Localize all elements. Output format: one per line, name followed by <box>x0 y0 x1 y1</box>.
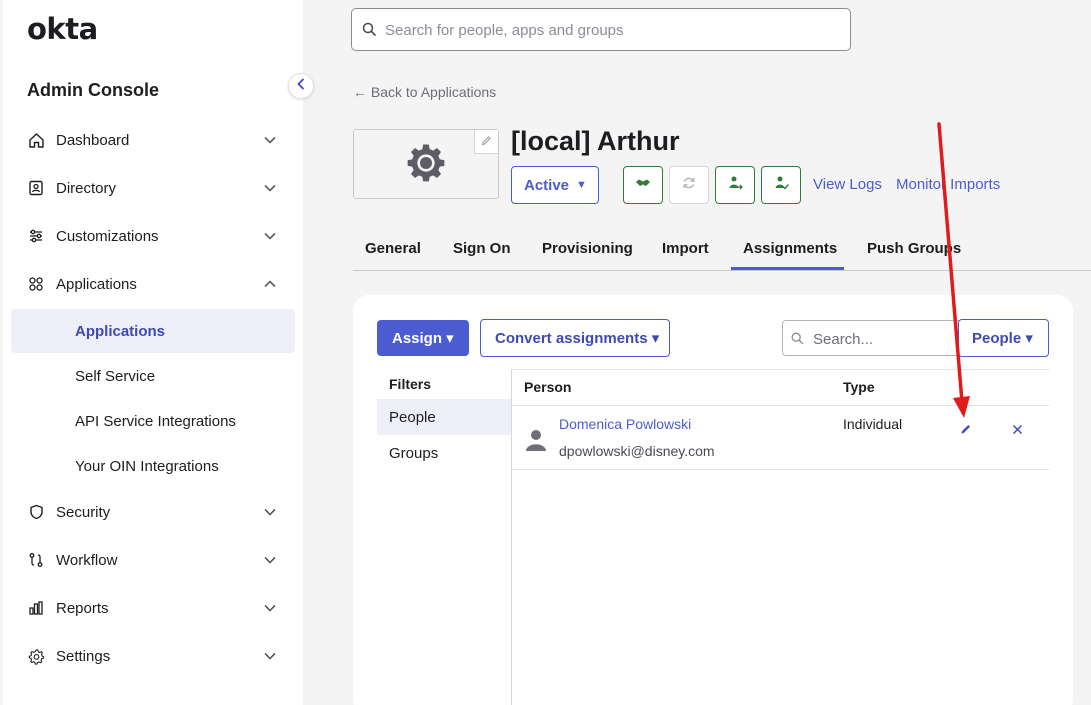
person-avatar-icon <box>525 428 547 457</box>
okta-logo[interactable]: okta <box>27 12 98 46</box>
sidebar-subitem-api-service-integrations[interactable]: API Service Integrations <box>11 399 295 443</box>
grid-icon <box>27 275 45 293</box>
tab-general[interactable]: General <box>365 240 421 257</box>
sidebar-subitem-label: Applications <box>75 322 166 340</box>
sidebar-item-label: Applications <box>56 275 137 293</box>
chevron-up-icon <box>263 277 277 291</box>
sidebar-subitem-self-service[interactable]: Self Service <box>11 354 295 398</box>
handshake-button[interactable] <box>623 166 663 204</box>
edit-logo-button[interactable] <box>474 130 498 154</box>
edit-assignment-button[interactable] <box>956 421 976 441</box>
sliders-icon <box>27 227 45 245</box>
tab-bar: General Sign On Provisioning Import Assi… <box>353 236 1091 271</box>
shield-icon <box>27 503 45 521</box>
refresh-button[interactable] <box>669 166 709 204</box>
handshake-icon <box>635 176 651 194</box>
sidebar-item-label: Reports <box>56 599 109 617</box>
caret-down-icon: ▼ <box>576 179 587 191</box>
filters-divider <box>511 369 512 705</box>
table-top-border <box>512 369 1049 370</box>
chevron-down-icon <box>263 229 277 243</box>
user-check-icon <box>773 175 790 196</box>
tab-provisioning[interactable]: Provisioning <box>542 240 633 257</box>
assignment-search[interactable] <box>782 320 962 356</box>
sidebar-item-label: Security <box>56 503 111 521</box>
sidebar-item-label: Workflow <box>56 551 118 569</box>
sidebar-subitem-label: Your OIN Integrations <box>75 457 219 475</box>
app-title: [local] Arthur <box>511 126 680 156</box>
verify-user-button[interactable] <box>761 166 801 204</box>
pencil-icon <box>481 133 492 151</box>
sidebar-item-label: Directory <box>56 179 117 197</box>
tab-push-groups[interactable]: Push Groups <box>867 240 961 257</box>
sidebar-item-label: Settings <box>56 647 111 665</box>
user-arrow-icon <box>727 175 743 196</box>
sidebar-item-workflow[interactable]: Workflow <box>3 540 303 580</box>
sidebar-item-dashboard[interactable]: Dashboard <box>3 120 303 160</box>
gear-icon <box>406 142 446 187</box>
column-header-type: Type <box>843 379 875 395</box>
global-search[interactable] <box>351 8 851 51</box>
person-type: Individual <box>843 416 903 432</box>
sidebar-item-applications[interactable]: Applications <box>3 264 303 304</box>
chevron-left-icon <box>297 77 305 95</box>
push-user-button[interactable] <box>715 166 755 204</box>
sidebar: okta Admin Console Dashboard Directory C… <box>3 0 303 705</box>
remove-assignment-button[interactable] <box>1007 421 1027 441</box>
sidebar-subitem-label: API Service Integrations <box>75 412 236 430</box>
chevron-down-icon <box>263 133 277 147</box>
directory-icon <box>27 179 45 197</box>
back-to-applications-link[interactable]: ← Back to Applications <box>353 84 496 100</box>
tab-assignments[interactable]: Assignments <box>743 240 837 257</box>
table-header-border <box>512 405 1049 406</box>
chevron-down-icon <box>263 181 277 195</box>
sidebar-item-label: Dashboard <box>56 131 130 149</box>
filter-groups[interactable]: Groups <box>377 435 511 471</box>
sidebar-item-security[interactable]: Security <box>3 492 303 532</box>
search-scope-dropdown[interactable]: People ▾ <box>958 319 1049 357</box>
collapse-sidebar-button[interactable] <box>288 73 314 99</box>
global-search-input[interactable] <box>385 19 835 41</box>
person-name-link[interactable]: Domenica Powlowski <box>559 416 691 432</box>
sidebar-item-settings[interactable]: Settings <box>3 636 303 676</box>
refresh-icon <box>682 176 696 195</box>
search-icon <box>362 22 377 42</box>
sidebar-item-reports[interactable]: Reports <box>3 588 303 628</box>
assign-button[interactable]: Assign ▾ <box>377 320 469 356</box>
filters-label: Filters <box>389 376 432 392</box>
filter-people[interactable]: People <box>377 399 511 435</box>
pencil-icon <box>960 422 972 440</box>
column-header-person: Person <box>524 379 572 395</box>
gear-icon <box>27 647 45 665</box>
close-icon <box>1012 422 1023 440</box>
monitor-imports-link[interactable]: Monitor Imports <box>896 176 1000 193</box>
sidebar-subitem-oin-integrations[interactable]: Your OIN Integrations <box>11 444 295 488</box>
tab-sign-on[interactable]: Sign On <box>453 240 511 257</box>
status-label: Active <box>524 176 570 194</box>
sidebar-subitem-applications[interactable]: Applications <box>11 309 295 353</box>
home-icon <box>27 131 45 149</box>
chevron-down-icon <box>263 601 277 615</box>
sidebar-item-label: Customizations <box>56 227 159 245</box>
sidebar-item-directory[interactable]: Directory <box>3 168 303 208</box>
console-title: Admin Console <box>27 80 160 100</box>
active-tab-indicator <box>731 267 844 270</box>
chevron-down-icon <box>263 553 277 567</box>
bar-chart-icon <box>27 599 45 617</box>
tab-import[interactable]: Import <box>662 240 709 257</box>
assignment-search-input[interactable] <box>813 329 953 349</box>
chevron-down-icon <box>263 649 277 663</box>
workflow-icon <box>27 551 45 569</box>
app-logo[interactable] <box>353 129 499 199</box>
table-row-border <box>512 469 1049 470</box>
sidebar-subitem-label: Self Service <box>75 367 156 385</box>
convert-assignments-button[interactable]: Convert assignments ▾ <box>480 319 670 357</box>
view-logs-link[interactable]: View Logs <box>813 176 882 193</box>
status-dropdown[interactable]: Active ▼ <box>511 166 599 204</box>
chevron-down-icon <box>263 505 277 519</box>
sidebar-item-customizations[interactable]: Customizations <box>3 216 303 256</box>
person-email: dpowlowski@disney.com <box>559 443 715 459</box>
search-icon <box>791 332 804 350</box>
